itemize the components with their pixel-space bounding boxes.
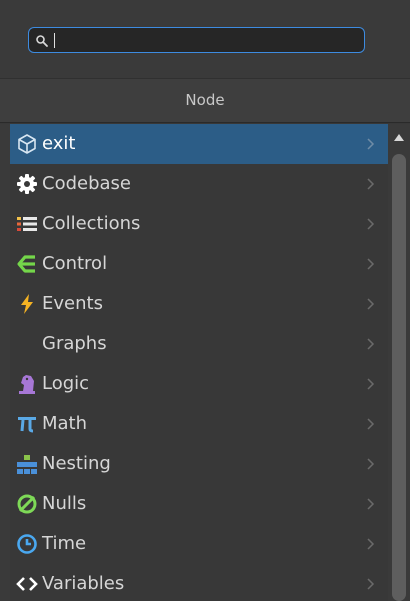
list-item-nulls[interactable]: Nulls <box>10 484 388 524</box>
scrollbar-thumb[interactable] <box>392 154 406 601</box>
search-header <box>0 0 410 78</box>
null-icon <box>17 494 37 514</box>
list-item-graphs[interactable]: Graphs <box>10 324 388 364</box>
chevron-right-icon <box>367 218 375 230</box>
list-item-label: Control <box>42 253 108 274</box>
list-item-label: Math <box>42 413 88 434</box>
chevron-right-icon <box>367 338 375 350</box>
list-item-label: Nulls <box>42 493 87 514</box>
left-gutter <box>0 124 10 601</box>
chevron-right-icon <box>367 298 375 310</box>
search-input[interactable] <box>53 31 353 49</box>
list-item-math[interactable]: Math <box>10 404 388 444</box>
list-icon <box>17 217 37 231</box>
chevron-right-icon <box>367 578 375 590</box>
list-item-label: exit <box>42 133 76 154</box>
node-category-list: exit Codebase Collections Control Events… <box>10 124 388 601</box>
chevron-right-icon <box>367 258 375 270</box>
list-item-codebase[interactable]: Codebase <box>10 164 388 204</box>
chevron-right-icon <box>367 378 375 390</box>
chevron-right-icon <box>367 498 375 510</box>
panel-header: Node <box>0 78 410 123</box>
list-item-control[interactable]: Control <box>10 244 388 284</box>
list-item-label: Collections <box>42 213 141 234</box>
chevron-right-icon <box>367 138 375 150</box>
chevron-right-icon <box>367 538 375 550</box>
list-item-label: Time <box>42 533 87 554</box>
cube-icon <box>18 134 36 154</box>
list-item-label: Variables <box>42 573 125 594</box>
text-caret <box>54 33 55 48</box>
list-item-label: Events <box>42 293 103 314</box>
list-item-nesting[interactable]: Nesting <box>10 444 388 484</box>
chess-knight-icon <box>19 375 35 394</box>
chevron-right-icon <box>367 418 375 430</box>
list-item-label: Graphs <box>42 333 107 354</box>
control-flow-icon <box>17 255 35 273</box>
list-item-label: Codebase <box>42 173 131 194</box>
scroll-up-arrow-icon[interactable] <box>393 132 405 142</box>
chevron-right-icon <box>367 458 375 470</box>
lightning-icon <box>21 294 33 314</box>
angle-brackets-icon <box>16 577 38 591</box>
scrollbar[interactable] <box>388 124 410 601</box>
search-icon <box>36 35 48 47</box>
list-item-time[interactable]: Time <box>10 524 388 564</box>
nesting-icon <box>17 455 37 474</box>
list-item-exit[interactable]: exit <box>10 124 388 164</box>
pi-icon <box>18 417 36 433</box>
list-item-collections[interactable]: Collections <box>10 204 388 244</box>
list-item-variables[interactable]: Variables <box>10 564 388 601</box>
search-box[interactable] <box>28 27 365 53</box>
list-item-events[interactable]: Events <box>10 284 388 324</box>
chevron-right-icon <box>367 178 375 190</box>
gear-icon <box>17 174 37 194</box>
list-item-label: Logic <box>42 373 90 394</box>
clock-icon <box>17 534 37 554</box>
list-item-label: Nesting <box>42 453 111 474</box>
panel-title: Node <box>185 91 225 109</box>
list-item-logic[interactable]: Logic <box>10 364 388 404</box>
